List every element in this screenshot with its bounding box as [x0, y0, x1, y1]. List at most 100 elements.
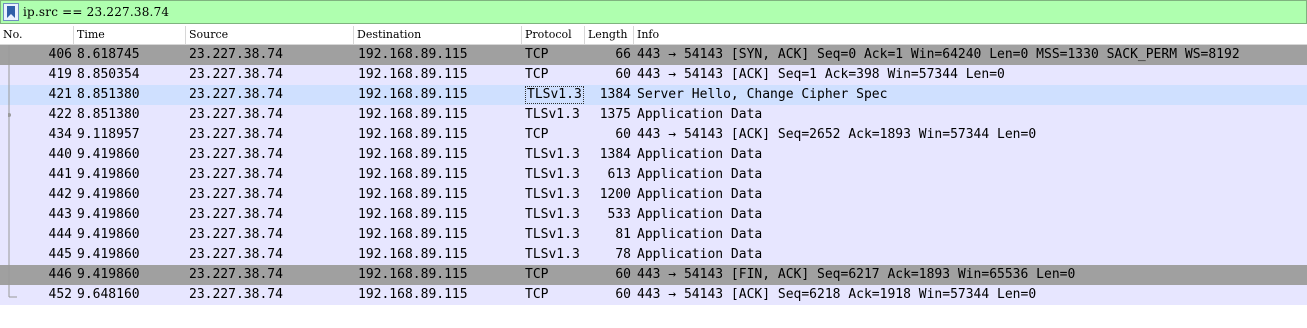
packet-protocol: TCP	[525, 67, 549, 82]
packet-time: 9.118957	[77, 127, 140, 142]
table-row[interactable]: 422 8.851380 23.227.38.74 192.168.89.115 TLS…	[0, 105, 1307, 125]
packet-length: 60	[615, 127, 631, 142]
packet-info: 443 → 54143 [ACK] Seq=1 Ack=398 Win=5734…	[637, 67, 1005, 82]
packet-protocol: TLSv1.3	[525, 167, 580, 182]
packet-destination: 192.168.89.115	[358, 287, 468, 302]
packet-time: 8.851380	[77, 107, 140, 122]
packet-destination: 192.168.89.115	[358, 67, 468, 82]
packet-length: 533	[607, 207, 631, 222]
packet-destination: 192.168.89.115	[358, 187, 468, 202]
packet-info: 443 → 54143 [ACK] Seq=6218 Ack=1918 Win=…	[637, 287, 1037, 302]
packet-protocol: TCP	[525, 47, 549, 62]
packet-info: Application Data	[637, 227, 763, 242]
packet-list: 406 8.618745 23.227.38.74 192.168.89.115 TCP…	[0, 45, 1307, 305]
packet-destination: 192.168.89.115	[358, 247, 468, 262]
packet-length: 81	[615, 227, 631, 242]
column-header-source[interactable]: Source	[186, 26, 354, 44]
packet-source: 23.227.38.74	[189, 147, 283, 162]
packet-time: 8.851380	[77, 87, 140, 102]
packet-destination: 192.168.89.115	[358, 167, 468, 182]
packet-length: 1384	[599, 147, 631, 162]
table-row[interactable]: 442 9.419860 23.227.38.74 192.168.89.115 TLS…	[0, 185, 1307, 205]
packet-protocol: TLSv1.3	[525, 147, 580, 162]
packet-protocol: TLSv1.3	[525, 227, 580, 242]
packet-time: 9.419860	[77, 187, 140, 202]
bookmark-icon[interactable]	[3, 3, 19, 21]
packet-length: 1200	[599, 187, 631, 202]
table-row[interactable]: 406 8.618745 23.227.38.74 192.168.89.115 TCP…	[0, 45, 1307, 65]
packet-protocol-focus: TLSv1.3	[525, 86, 584, 104]
packet-info: Application Data	[637, 147, 763, 162]
table-row[interactable]: 421 8.851380 23.227.38.74 192.168.89.115 TLS…	[0, 85, 1307, 105]
packet-source: 23.227.38.74	[189, 247, 283, 262]
packet-destination: 192.168.89.115	[358, 87, 468, 102]
packet-info: 443 → 54143 [FIN, ACK] Seq=6217 Ack=1893…	[637, 267, 1076, 282]
packet-source: 23.227.38.74	[189, 47, 283, 62]
packet-length: 60	[615, 67, 631, 82]
packet-destination: 192.168.89.115	[358, 107, 468, 122]
packet-protocol: TLSv1.3	[525, 85, 585, 105]
packet-time: 9.419860	[77, 227, 140, 242]
table-row[interactable]: 445 9.419860 23.227.38.74 192.168.89.115 TLS…	[0, 245, 1307, 265]
table-row[interactable]: 452 9.648160 23.227.38.74 192.168.89.115 TCP…	[0, 285, 1307, 305]
packet-source: 23.227.38.74	[189, 127, 283, 142]
packet-source: 23.227.38.74	[189, 287, 283, 302]
packet-time: 9.648160	[77, 287, 140, 302]
conversation-tree-icon	[8, 45, 17, 298]
packet-source: 23.227.38.74	[189, 167, 283, 182]
table-row[interactable]: 444 9.419860 23.227.38.74 192.168.89.115 TLS…	[0, 225, 1307, 245]
packet-source: 23.227.38.74	[189, 267, 283, 282]
packet-source: 23.227.38.74	[189, 187, 283, 202]
column-header-protocol[interactable]: Protocol	[522, 26, 585, 44]
packet-length: 78	[615, 247, 631, 262]
display-filter-input[interactable]: ip.src == 23.227.38.74	[23, 2, 169, 22]
table-row[interactable]: 419 8.850354 23.227.38.74 192.168.89.115 TCP…	[0, 65, 1307, 85]
column-header-no[interactable]: No.	[0, 26, 74, 44]
packet-info: Application Data	[637, 187, 763, 202]
packet-destination: 192.168.89.115	[358, 47, 468, 62]
packet-time: 9.419860	[77, 147, 140, 162]
packet-info: 443 → 54143 [SYN, ACK] Seq=0 Ack=1 Win=6…	[637, 47, 1240, 62]
packet-time: 9.419860	[77, 247, 140, 262]
packet-protocol: TLSv1.3	[525, 107, 580, 122]
packet-length: 613	[607, 167, 631, 182]
packet-info: Application Data	[637, 107, 763, 122]
packet-protocol: TLSv1.3	[525, 187, 580, 202]
packet-destination: 192.168.89.115	[358, 147, 468, 162]
table-row[interactable]: 441 9.419860 23.227.38.74 192.168.89.115 TLS…	[0, 165, 1307, 185]
table-row[interactable]: 440 9.419860 23.227.38.74 192.168.89.115 TLS…	[0, 145, 1307, 165]
packet-time: 8.618745	[77, 47, 140, 62]
packet-source: 23.227.38.74	[189, 67, 283, 82]
packet-list-header: No. Time Source Destination Protocol Len…	[0, 26, 1307, 45]
packet-info: Application Data	[637, 247, 763, 262]
packet-length: 66	[615, 47, 631, 62]
packet-info: Application Data	[637, 167, 763, 182]
packet-time: 9.419860	[77, 267, 140, 282]
packet-info: 443 → 54143 [ACK] Seq=2652 Ack=1893 Win=…	[637, 127, 1037, 142]
packet-length: 1384	[599, 87, 631, 102]
table-row[interactable]: 443 9.419860 23.227.38.74 192.168.89.115 TLS…	[0, 205, 1307, 225]
column-header-destination[interactable]: Destination	[354, 26, 522, 44]
packet-length: 60	[615, 287, 631, 302]
packet-destination: 192.168.89.115	[358, 267, 468, 282]
packet-length: 60	[615, 267, 631, 282]
packet-protocol: TCP	[525, 127, 549, 142]
table-row[interactable]: 434 9.118957 23.227.38.74 192.168.89.115 TCP…	[0, 125, 1307, 145]
display-filter-bar[interactable]: ip.src == 23.227.38.74	[0, 0, 1307, 24]
packet-protocol: TLSv1.3	[525, 247, 580, 262]
packet-length: 1375	[599, 107, 631, 122]
column-header-info[interactable]: Info	[634, 26, 1307, 44]
packet-info: Server Hello, Change Cipher Spec	[637, 87, 888, 102]
packet-destination: 192.168.89.115	[358, 127, 468, 142]
packet-protocol: TCP	[525, 267, 549, 282]
packet-time: 9.419860	[77, 207, 140, 222]
packet-time: 8.850354	[77, 67, 140, 82]
packet-destination: 192.168.89.115	[358, 207, 468, 222]
packet-source: 23.227.38.74	[189, 107, 283, 122]
table-row[interactable]: 446 9.419860 23.227.38.74 192.168.89.115 TCP…	[0, 265, 1307, 285]
column-header-time[interactable]: Time	[74, 26, 186, 44]
packet-source: 23.227.38.74	[189, 207, 283, 222]
packet-protocol: TLSv1.3	[525, 207, 580, 222]
packet-protocol: TCP	[525, 287, 549, 302]
column-header-length[interactable]: Length	[585, 26, 634, 44]
